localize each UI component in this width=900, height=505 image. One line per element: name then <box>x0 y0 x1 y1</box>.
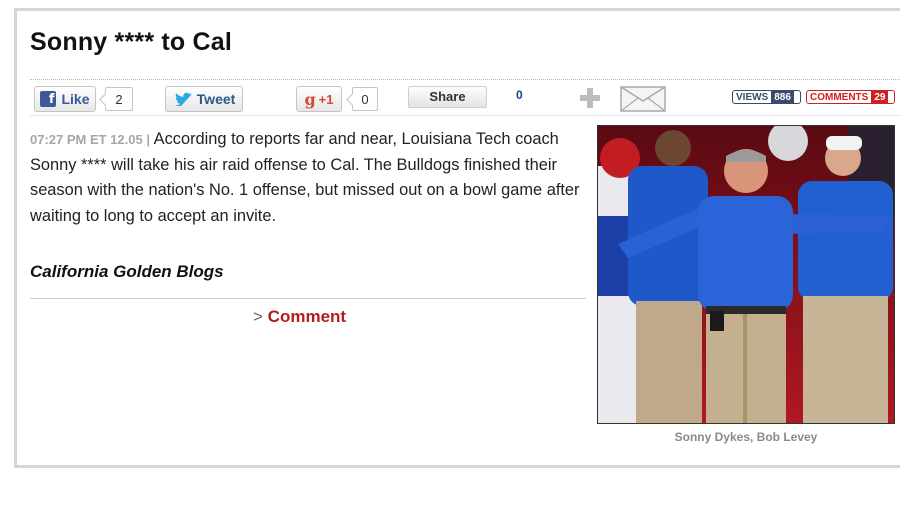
facebook-icon: f <box>40 91 57 107</box>
google-plus-one-button[interactable]: g +1 <box>296 86 342 112</box>
social-bar-divider <box>30 115 900 116</box>
title-divider <box>30 79 900 80</box>
like-label: Like <box>61 91 90 107</box>
add-plus-icon[interactable] <box>578 86 602 110</box>
article-title: Sonny **** to Cal <box>30 28 233 56</box>
share-count: 0 <box>516 88 523 102</box>
comments-badge[interactable]: COMMENTS 29 <box>806 90 895 104</box>
like-count: 2 <box>105 87 133 111</box>
gplus-label: +1 <box>318 91 334 107</box>
facebook-like-button[interactable]: f Like <box>34 86 96 112</box>
google-plus-icon: g <box>304 89 316 109</box>
comment-link-label[interactable]: Comment <box>268 307 346 326</box>
tweet-button[interactable]: Tweet <box>165 86 243 112</box>
comment-link[interactable]: > Comment <box>253 307 346 327</box>
photo-caption: Sonny Dykes, Bob Levey <box>674 430 818 444</box>
comments-label: COMMENTS <box>810 91 869 103</box>
tweet-label: Tweet <box>196 91 236 107</box>
views-count: 886 <box>771 91 794 103</box>
twitter-bird-icon <box>174 92 192 106</box>
gplus-count: 0 <box>352 87 378 111</box>
coaches-photo-illustration <box>598 126 894 423</box>
share-button[interactable]: Share <box>408 86 487 108</box>
source-name[interactable]: California Golden Blogs <box>30 262 224 282</box>
email-envelope-icon[interactable] <box>620 86 666 112</box>
comment-arrow: > <box>253 307 263 326</box>
article-body: 07:27 PM ET 12.05 | According to reports… <box>30 127 590 229</box>
comments-count: 29 <box>871 91 889 103</box>
article-timestamp: 07:27 PM ET 12.05 | <box>30 132 150 147</box>
body-divider <box>30 298 586 299</box>
views-badge: VIEWS 886 <box>732 90 801 104</box>
article-photo <box>597 125 895 424</box>
views-label: VIEWS <box>736 91 769 103</box>
